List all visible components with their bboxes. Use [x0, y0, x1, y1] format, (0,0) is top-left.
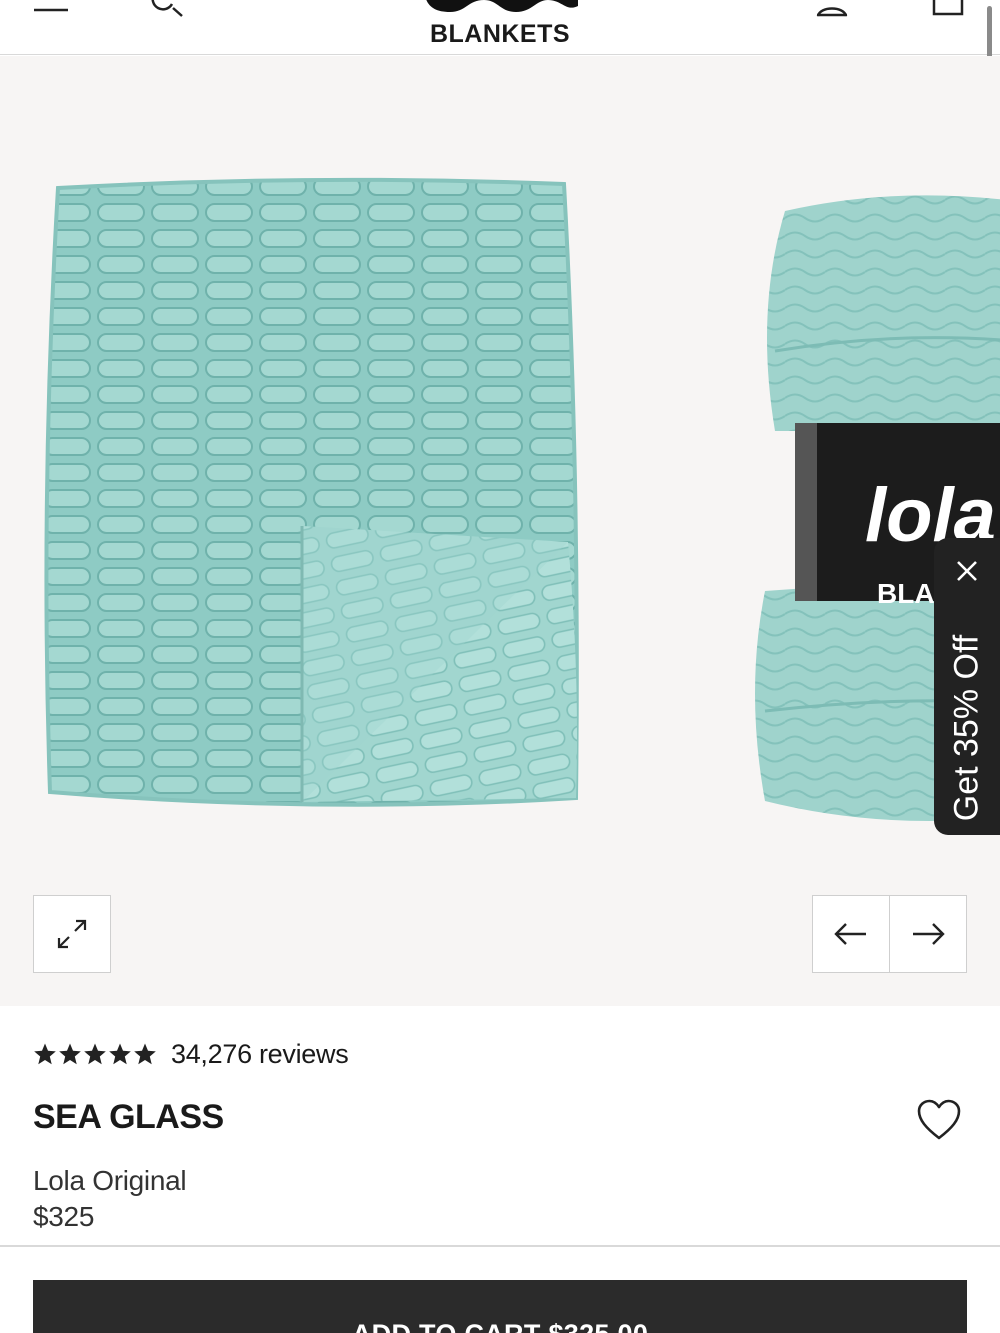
star-icon	[134, 1043, 156, 1065]
search-icon[interactable]	[148, 0, 188, 18]
arrow-left-icon	[834, 923, 866, 945]
product-gallery: lola BLANKETS	[0, 56, 1000, 1006]
expand-icon	[57, 919, 87, 949]
star-icon	[109, 1043, 131, 1065]
product-image-blanket[interactable]	[40, 174, 585, 814]
brand-logo[interactable]: BLANKETS	[414, 0, 586, 50]
expand-image-button[interactable]	[33, 895, 111, 973]
next-image-button[interactable]	[888, 895, 967, 973]
promo-close-button[interactable]	[934, 548, 1000, 594]
arrow-right-icon	[912, 923, 945, 945]
star-rating	[33, 1042, 157, 1066]
variant-price: $325	[33, 1201, 95, 1232]
star-icon	[34, 1043, 56, 1065]
promo-tab[interactable]: Get 35% Off	[934, 538, 1000, 835]
close-icon	[957, 561, 977, 581]
divider	[0, 1245, 1000, 1247]
gallery-nav	[812, 895, 967, 973]
add-to-cart-button[interactable]: ADD TO CART $325.00	[33, 1280, 967, 1333]
review-count[interactable]: 34,276 reviews	[171, 1039, 349, 1070]
wishlist-button[interactable]	[916, 1098, 962, 1142]
cart-icon[interactable]	[928, 0, 968, 18]
heart-icon	[917, 1099, 961, 1140]
star-icon	[59, 1043, 81, 1065]
prev-image-button[interactable]	[812, 895, 890, 973]
account-icon[interactable]	[812, 0, 852, 18]
logo-wordmark	[426, 0, 578, 12]
product-title: SEA GLASS	[33, 1098, 224, 1136]
promo-label[interactable]: Get 35% Off	[948, 635, 987, 821]
star-icon	[84, 1043, 106, 1065]
menu-icon[interactable]	[34, 0, 70, 14]
site-header: BLANKETS	[0, 0, 1000, 55]
rating-row[interactable]: 34,276 reviews	[33, 1036, 349, 1072]
variant-name: Lola Original	[33, 1165, 187, 1196]
logo-subtitle: BLANKETS	[429, 20, 571, 48]
